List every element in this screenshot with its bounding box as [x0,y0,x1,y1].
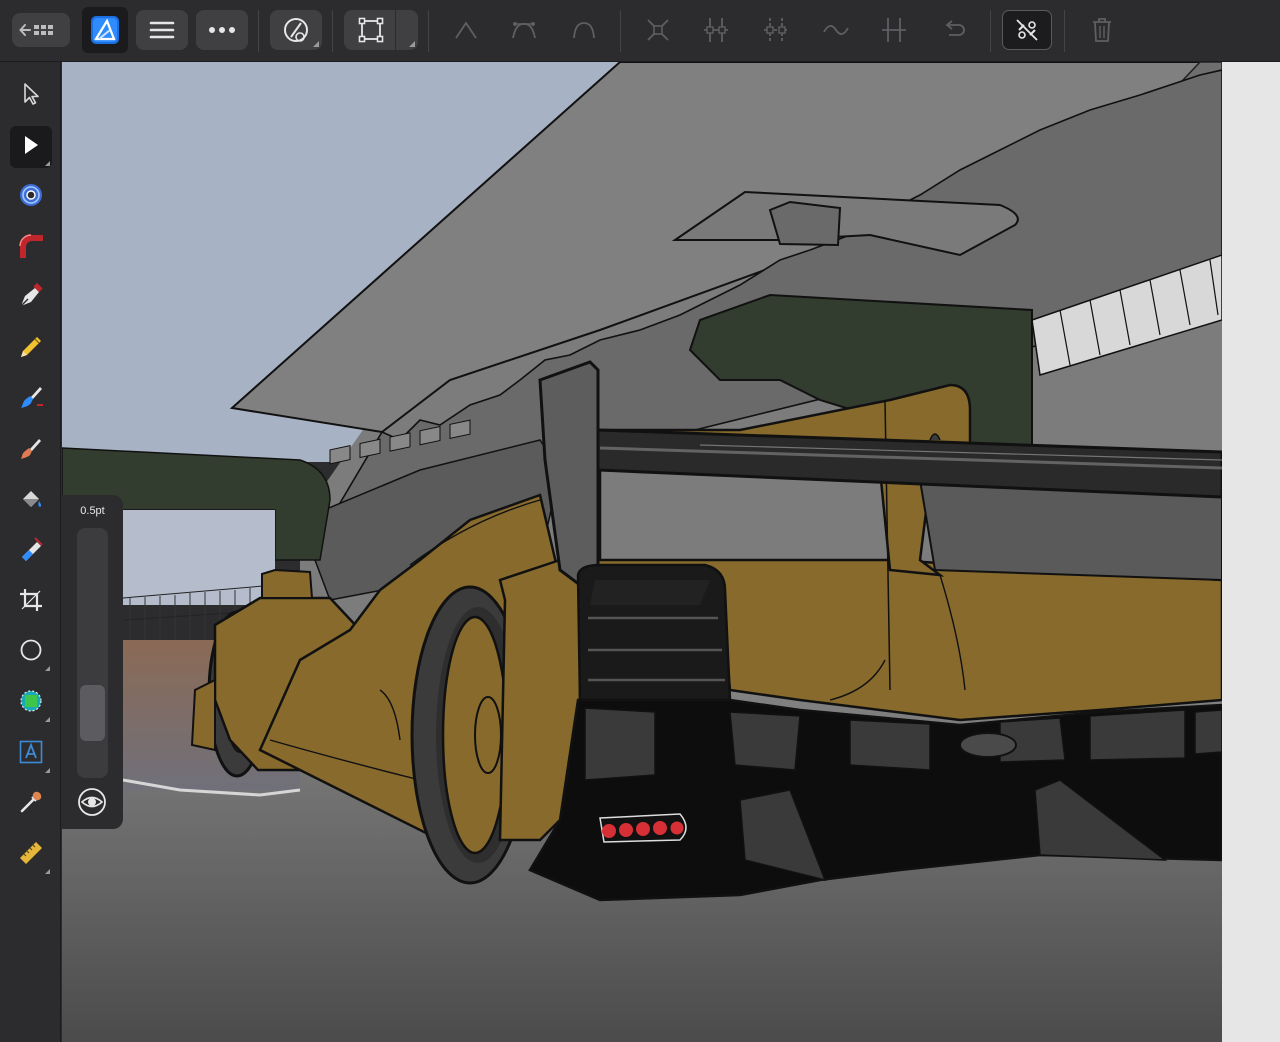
smart-node-icon [571,19,597,41]
pasteboard [1222,62,1280,1042]
tools-panel [0,62,61,1042]
ellipsis-icon [208,26,236,34]
text-icon [18,739,44,770]
brush-tool[interactable] [10,429,52,471]
join-curves-icon [702,16,730,44]
dropdown-corner-icon [313,41,319,47]
dropdown-corner-icon [45,666,50,671]
hamburger-menu-icon [149,20,175,40]
transform-mode-button[interactable] [344,10,418,50]
back-to-gallery-button[interactable] [12,13,70,47]
pen-tool[interactable] [10,277,52,319]
smooth-curve-icon [822,19,850,41]
eye-icon [77,787,107,822]
transform-bounding-box-icon [357,16,385,44]
crop-icon [18,587,44,618]
transparency-icon [17,535,45,568]
smooth-curve-button[interactable] [820,10,852,50]
reverse-curve-icon [880,16,908,44]
sharp-corner-icon [453,19,479,41]
corner-icon [17,232,45,265]
app-window: 0.5pt [0,0,1280,1042]
pen-nib-icon [17,282,45,315]
crop-tool[interactable] [10,581,52,623]
break-join-icon [1014,17,1040,43]
contour-tool[interactable] [10,176,52,218]
toolbar-divider [428,10,429,52]
node-arrow-icon [19,132,43,163]
toolbar-divider [258,10,259,52]
smooth-node-icon [510,19,538,41]
affinity-designer-logo-icon [90,15,120,45]
break-curve-button[interactable] [642,10,674,50]
ruler-icon [17,839,45,872]
stroke-width-thumb[interactable] [80,685,105,742]
brush-icon [17,434,45,467]
vector-brush-icon [17,383,45,416]
fill-tool[interactable] [10,480,52,522]
shape-icon [17,687,45,720]
pencil-tool[interactable] [10,328,52,370]
snapping-button[interactable] [270,10,322,50]
delete-button[interactable] [1086,10,1118,50]
dropdown-corner-icon [409,41,415,47]
move-tool[interactable] [10,75,52,117]
measure-tool[interactable] [10,834,52,876]
document-canvas[interactable] [62,62,1222,1042]
node-tool[interactable] [10,126,52,168]
contour-icon [17,181,45,214]
text-tool[interactable] [10,733,52,775]
dropdown-corner-icon [45,869,50,874]
eyedropper-icon [17,788,45,821]
dropdown-corner-icon [45,768,50,773]
fill-bucket-icon [17,485,45,518]
toolbar-divider [620,10,621,52]
vector-brush-tool[interactable] [10,378,52,420]
shape-tool[interactable] [10,682,52,724]
pencil-icon [17,333,45,366]
stroke-width-slider[interactable] [77,528,108,778]
pressure-preview-button[interactable] [75,787,109,821]
smooth-node-button[interactable] [508,10,540,50]
stroke-width-panel: 0.5pt [62,495,123,829]
delete-icon [1091,17,1113,43]
exhaust [959,732,1017,758]
top-toolbar [0,0,1280,62]
toolbar-divider [332,10,333,52]
transparency-tool[interactable] [10,530,52,572]
toolbar-divider [1064,10,1065,52]
back-grid-icon [19,20,63,40]
ellipse-icon [18,637,44,668]
corner-tool[interactable] [10,227,52,269]
sharp-corner-button[interactable] [450,10,482,50]
race-car-artwork [62,62,1222,1042]
undo-node-button[interactable] [938,10,970,50]
ellipse-tool[interactable] [10,631,52,673]
close-curve-icon [762,16,790,44]
document-menu-button[interactable] [136,10,188,50]
break-join-button[interactable] [1002,10,1052,50]
reverse-curve-button[interactable] [878,10,910,50]
smart-node-button[interactable] [568,10,600,50]
dropdown-corner-icon [45,717,50,722]
break-curve-icon [645,17,671,43]
color-picker-tool[interactable] [10,783,52,825]
dropdown-corner-icon [45,161,50,166]
move-arrow-icon [19,81,43,112]
app-persona-button[interactable] [82,7,128,53]
snapping-magnet-icon [281,15,311,45]
more-options-button[interactable] [196,10,248,50]
close-curve-button[interactable] [760,10,792,50]
undo-node-icon [941,19,967,41]
join-curves-button[interactable] [700,10,732,50]
stroke-width-label: 0.5pt [80,505,105,517]
toolbar-divider [990,10,991,52]
split-divider [395,10,396,50]
